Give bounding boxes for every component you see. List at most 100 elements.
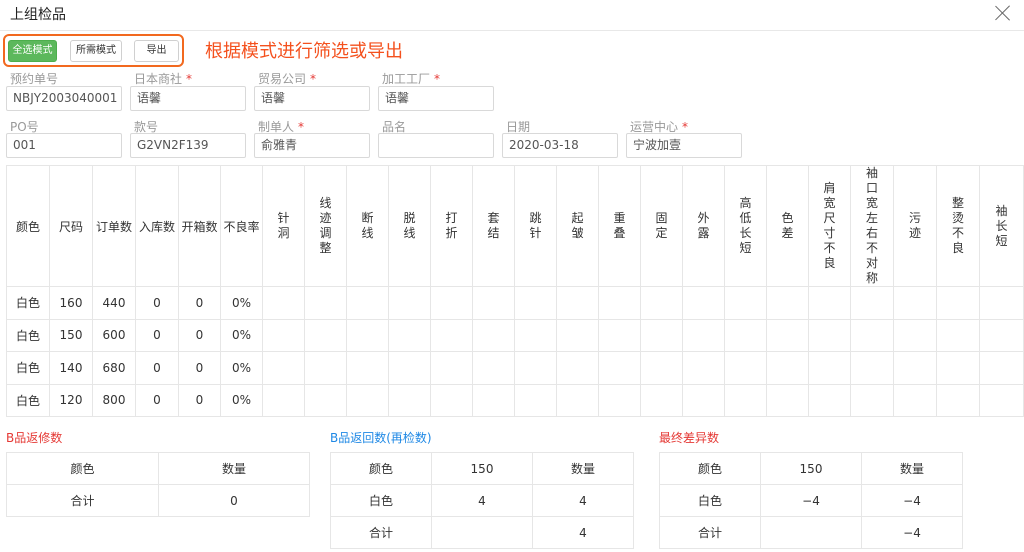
column-header: 数量: [532, 452, 634, 485]
stock-qty-cell: 0: [135, 318, 179, 352]
defect-count-cell[interactable]: [388, 318, 431, 352]
defect-count-cell[interactable]: [556, 351, 599, 385]
defect-count-cell[interactable]: [640, 318, 683, 352]
defect-count-cell[interactable]: [346, 351, 389, 385]
defect-count-cell[interactable]: [514, 286, 557, 320]
table-row: 白色 −4 −4: [659, 484, 963, 517]
japan-trading-field[interactable]: 语馨: [130, 86, 246, 111]
defect-count-cell[interactable]: [640, 383, 683, 417]
defect-count-cell[interactable]: [979, 286, 1024, 320]
factory-field[interactable]: 语馨: [378, 86, 494, 111]
size-cell: −4: [760, 484, 862, 517]
defect-count-cell[interactable]: [724, 351, 767, 385]
defect-count-cell[interactable]: [766, 318, 809, 352]
creator-field[interactable]: 俞雅青: [254, 133, 370, 158]
date-field[interactable]: 2020-03-18: [502, 133, 618, 158]
defect-count-cell[interactable]: [893, 318, 937, 352]
defect-count-cell[interactable]: [346, 318, 389, 352]
defect-count-cell[interactable]: [598, 383, 641, 417]
po-no-field[interactable]: 001: [6, 133, 122, 158]
defect-count-cell[interactable]: [472, 318, 515, 352]
defect-count-cell[interactable]: [262, 383, 305, 417]
defect-count-cell[interactable]: [598, 318, 641, 352]
defect-count-cell[interactable]: [682, 286, 725, 320]
defect-count-cell[interactable]: [304, 286, 347, 320]
defect-count-cell[interactable]: [682, 318, 725, 352]
defect-count-cell[interactable]: [388, 383, 431, 417]
defect-count-cell[interactable]: [388, 286, 431, 320]
defect-count-cell[interactable]: [304, 351, 347, 385]
close-icon[interactable]: [994, 4, 1012, 22]
defect-count-cell[interactable]: [388, 351, 431, 385]
defect-count-cell[interactable]: [514, 383, 557, 417]
defect-count-cell[interactable]: [430, 286, 473, 320]
defect-count-cell[interactable]: [472, 286, 515, 320]
defect-count-cell[interactable]: [850, 351, 894, 385]
defect-count-cell[interactable]: [682, 351, 725, 385]
total-label: 合计: [6, 484, 159, 517]
defect-count-cell[interactable]: [556, 286, 599, 320]
defect-count-cell[interactable]: [640, 351, 683, 385]
defect-count-cell[interactable]: [936, 383, 980, 417]
defect-count-cell[interactable]: [766, 383, 809, 417]
defect-count-cell[interactable]: [262, 318, 305, 352]
field-label-japan-trading: 日本商社 *: [134, 72, 193, 86]
defect-count-cell[interactable]: [262, 351, 305, 385]
defect-count-cell[interactable]: [979, 351, 1024, 385]
defect-count-cell[interactable]: [936, 351, 980, 385]
defect-count-cell[interactable]: [979, 318, 1024, 352]
defect-count-cell[interactable]: [430, 351, 473, 385]
defect-count-cell[interactable]: [808, 286, 851, 320]
defect-count-cell[interactable]: [979, 383, 1024, 417]
defect-count-cell[interactable]: [556, 383, 599, 417]
defect-count-cell[interactable]: [472, 351, 515, 385]
open-qty-cell: 0: [178, 286, 221, 320]
defect-count-cell[interactable]: [724, 318, 767, 352]
defect-count-cell[interactable]: [850, 286, 894, 320]
defect-count-cell[interactable]: [936, 318, 980, 352]
defect-count-cell[interactable]: [724, 286, 767, 320]
qty-cell: 4: [532, 484, 634, 517]
defect-count-cell[interactable]: [850, 318, 894, 352]
defect-count-cell[interactable]: [808, 383, 851, 417]
needed-mode-button[interactable]: 所需模式: [70, 40, 122, 62]
defect-count-cell[interactable]: [850, 383, 894, 417]
column-header: 开箱数: [178, 165, 221, 287]
defect-count-cell[interactable]: [472, 383, 515, 417]
select-all-mode-button[interactable]: 全选模式: [8, 40, 57, 62]
defect-count-cell[interactable]: [346, 286, 389, 320]
defect-count-cell[interactable]: [766, 286, 809, 320]
defect-count-cell[interactable]: [598, 286, 641, 320]
defect-count-cell[interactable]: [304, 383, 347, 417]
size-cell[interactable]: 4: [431, 484, 533, 517]
defect-count-cell[interactable]: [430, 318, 473, 352]
style-no-field[interactable]: G2VN2F139: [130, 133, 246, 158]
defect-count-cell[interactable]: [893, 383, 937, 417]
defect-count-cell[interactable]: [766, 351, 809, 385]
field-label-trade-company: 贸易公司 *: [258, 72, 317, 86]
defect-count-cell[interactable]: [514, 318, 557, 352]
ops-center-field[interactable]: 宁波加壹: [626, 133, 742, 158]
trade-company-field[interactable]: 语馨: [254, 86, 370, 111]
defect-count-cell[interactable]: [556, 318, 599, 352]
defect-count-cell[interactable]: [893, 286, 937, 320]
defect-count-cell[interactable]: [304, 318, 347, 352]
defect-rate-cell: 0%: [220, 383, 263, 417]
reservation-no-field[interactable]: NBJY2003040001: [6, 86, 122, 111]
defect-count-cell[interactable]: [640, 286, 683, 320]
defect-column-header: 套结: [472, 165, 515, 287]
defect-count-cell[interactable]: [682, 383, 725, 417]
defect-count-cell[interactable]: [808, 351, 851, 385]
defect-count-cell[interactable]: [346, 383, 389, 417]
defect-count-cell[interactable]: [724, 383, 767, 417]
defect-count-cell[interactable]: [598, 351, 641, 385]
defect-count-cell[interactable]: [262, 286, 305, 320]
export-button[interactable]: 导出: [134, 40, 179, 62]
defect-count-cell[interactable]: [936, 286, 980, 320]
product-name-field[interactable]: [378, 133, 494, 158]
defect-count-cell[interactable]: [808, 318, 851, 352]
defect-count-cell[interactable]: [893, 351, 937, 385]
defect-count-cell[interactable]: [514, 351, 557, 385]
total-value: −4: [861, 516, 963, 549]
defect-count-cell[interactable]: [430, 383, 473, 417]
